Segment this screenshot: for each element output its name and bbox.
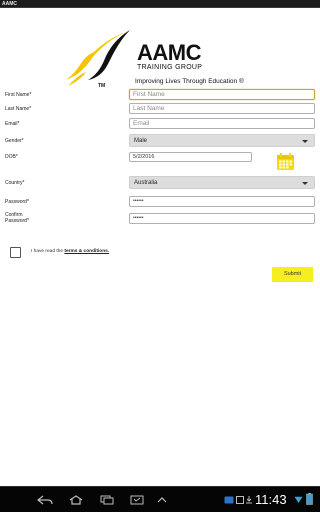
gender-selected-value: Male [134,138,148,144]
email-label: Email* [5,121,20,127]
password-input[interactable]: •••••• [129,196,315,207]
terms-text: I have read the terms & conditions. [31,249,109,254]
gallery-icon [236,496,244,504]
chevron-down-icon [302,182,308,185]
calendar-icon[interactable] [276,152,295,171]
logo-subtitle: TRAINING GROUP [137,64,203,71]
gender-select[interactable]: Male [129,134,315,147]
wifi-icon [294,496,303,503]
aamc-logo-icon [66,30,130,86]
registration-screen: AAMC TRAINING GROUP TM Improving Lives T… [0,8,320,486]
chevron-down-icon [302,140,308,143]
confirm-password-label-line2: Password* [5,218,29,224]
app-title: AAMC [2,1,17,7]
battery-icon [306,493,313,505]
country-selected-value: Australia [134,180,158,186]
terms-link[interactable]: terms & conditions. [64,249,109,254]
first-name-input[interactable] [129,89,315,100]
clock: 11:43 [255,492,287,507]
submit-button[interactable]: Submit [272,267,313,282]
confirm-password-input[interactable]: •••••• [129,213,315,224]
recent-apps-icon[interactable] [99,495,115,505]
system-nav-bar: 11:43 [0,486,320,512]
last-name-label: Last Name* [5,106,32,112]
app-title-bar: AAMC [0,0,320,8]
home-icon[interactable] [68,495,84,505]
back-icon[interactable] [37,495,53,505]
last-name-input[interactable] [129,103,315,114]
app-notification-icon [224,496,234,504]
logo-tagline: Improving Lives Through Education ® [135,78,244,85]
dob-input[interactable]: 5/2/2016 [129,152,252,162]
logo-trademark: TM [98,83,106,89]
password-label: Password* [5,199,29,205]
terms-checkbox[interactable] [10,247,21,258]
download-icon [246,496,252,504]
first-name-label: First Name* [5,92,32,98]
country-label: Country* [5,180,25,186]
dob-label: DOB* [5,154,18,160]
logo-wordmark: AAMC [137,40,202,65]
screenshot-icon[interactable] [130,495,144,505]
chevron-up-icon[interactable] [157,495,167,505]
terms-prefix: I have read the [31,249,65,254]
gender-label: Gender* [5,138,24,144]
email-input[interactable] [129,118,315,129]
country-select[interactable]: Australia [129,176,315,189]
